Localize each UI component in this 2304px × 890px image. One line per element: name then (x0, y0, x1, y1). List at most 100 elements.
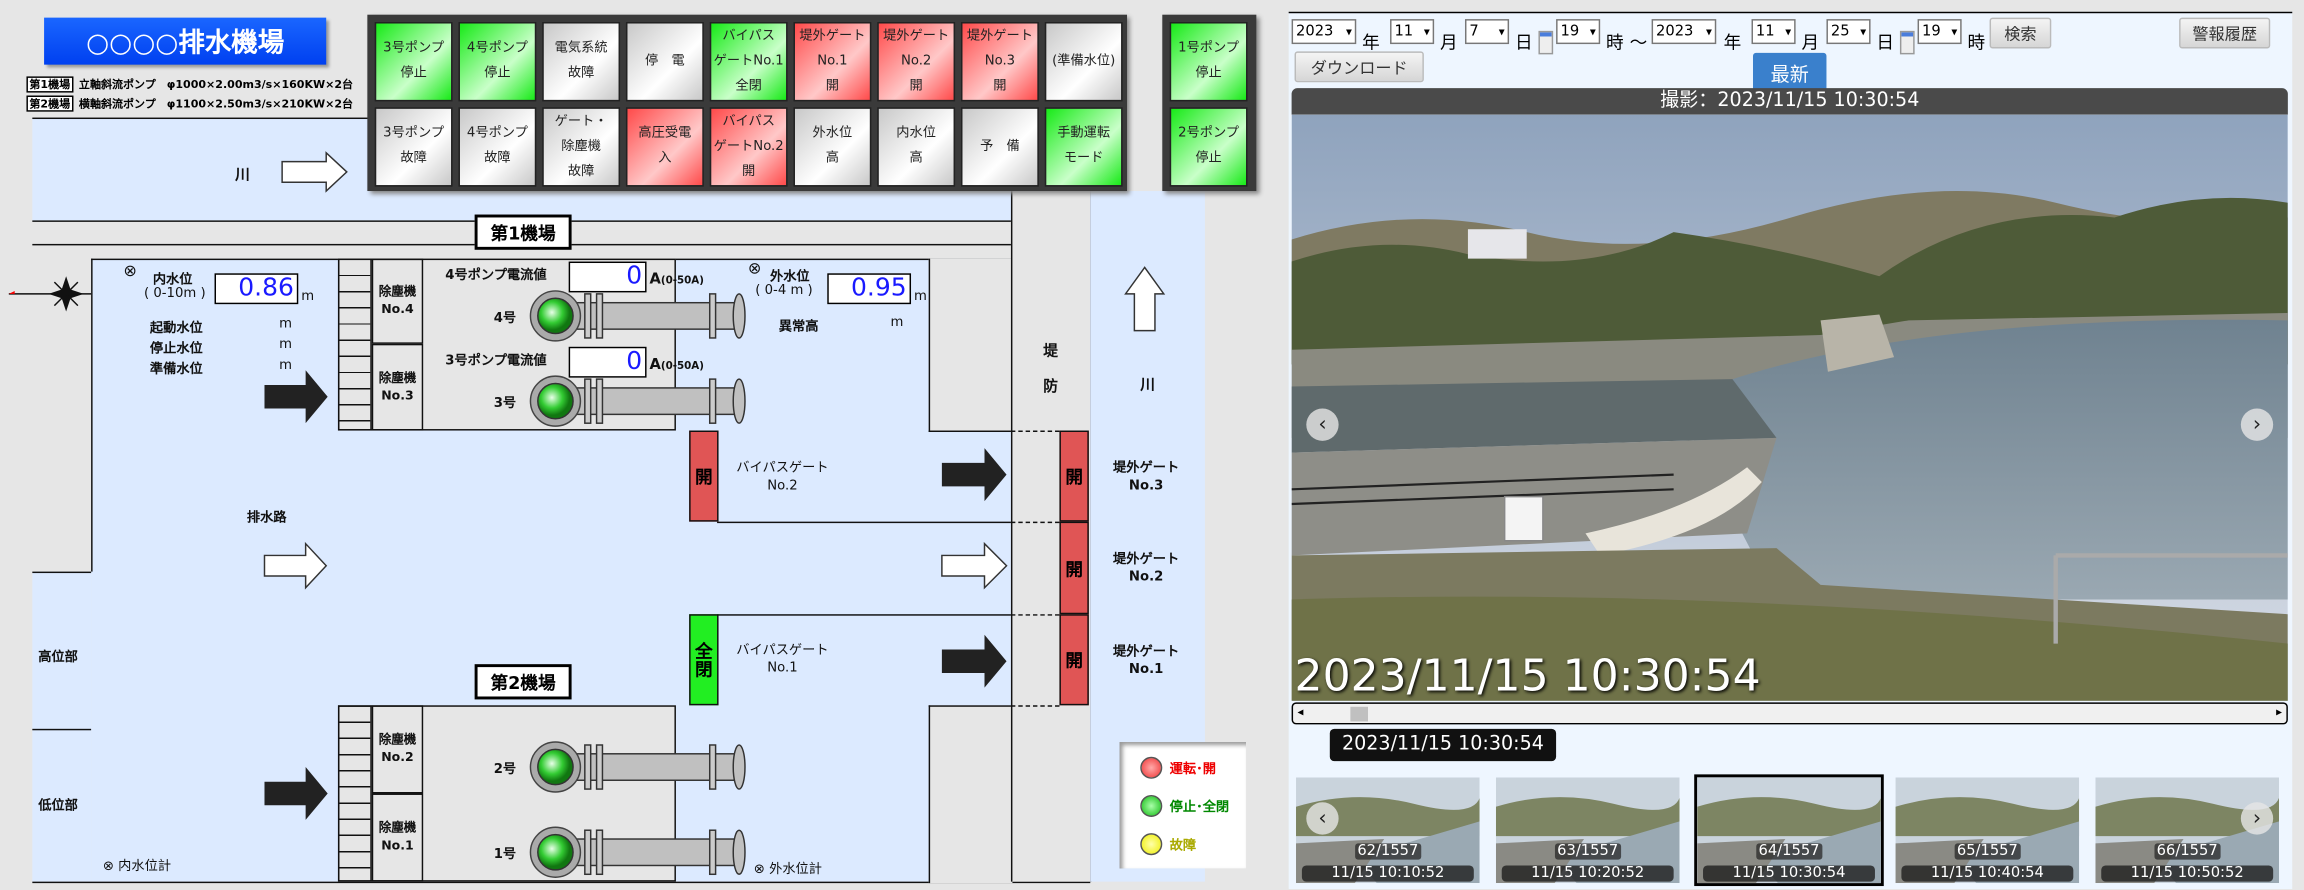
green-lamp-icon (1140, 794, 1163, 817)
capture-caption: 撮影：2023/11/15 10:30:54 (1291, 88, 2288, 115)
pump-icon (529, 375, 746, 427)
chevron-right-icon: › (2252, 412, 2262, 437)
status-text: (準備水位) (1052, 53, 1116, 69)
status-text: 開 (909, 78, 923, 94)
sensor-icon: ⊗ (747, 258, 762, 278)
thumbnail[interactable]: 63/1557 11/15 10:20:52 (1495, 777, 1680, 884)
search-button[interactable]: 検索 (1989, 17, 2052, 49)
to-month-select[interactable]: 11 ▾ (1751, 19, 1796, 45)
calendar-icon[interactable] (1538, 30, 1554, 55)
status-text: 高圧受電 (638, 126, 692, 142)
label: 年 (1723, 32, 1742, 53)
chevron-down-icon: ▾ (1423, 24, 1430, 39)
camera-image[interactable]: 2023/11/15 10:30:54 ‹ › (1291, 114, 2288, 701)
black-arrow-icon (264, 767, 328, 820)
chevron-down-icon: ▾ (1589, 24, 1596, 39)
label: 時 (1967, 32, 1986, 53)
from-month-select[interactable]: 11 ▾ (1390, 19, 1435, 45)
status-text: 内水位 (896, 126, 937, 142)
thumbnails-prev-button[interactable]: ‹ (1306, 802, 1339, 835)
status-indicator: 堤外ゲート No.2 開 (877, 22, 956, 102)
scroll-left-icon[interactable]: ◂ (1297, 705, 1303, 718)
status-indicator: バイパス ゲートNo.1 全閉 (709, 22, 788, 102)
alarm-history-button[interactable]: 警報履歴 (2179, 17, 2271, 49)
next-image-button[interactable]: › (2240, 408, 2274, 441)
black-arrow-icon (264, 370, 328, 424)
status-indicator: 1号ポンプ 停止 (1169, 22, 1248, 102)
pump3-current-value: 0 (568, 346, 647, 378)
status-text: 3号ポンプ (383, 41, 445, 56)
from-hour-select[interactable]: 19 ▾ (1556, 19, 1601, 45)
screen-cleaner-4-label: 除塵機 No.4 (378, 285, 417, 318)
pump-4[interactable] (526, 289, 746, 348)
bypass-gate-1[interactable]: 全閉 (689, 614, 719, 706)
outer-level-value: 0.95 (827, 273, 912, 305)
status-text: 4号ポンプ (466, 126, 528, 142)
chevron-down-icon: ▾ (1785, 24, 1792, 39)
screen-cleaner-3-label: 除塵機 No.3 (378, 371, 417, 405)
pump-icon (529, 741, 746, 793)
unit: A(0-50A) (649, 357, 704, 374)
to-day-select[interactable]: 25 ▾ (1826, 19, 1871, 45)
thumbnail[interactable]: 65/1557 11/15 10:40:54 (1895, 777, 2080, 884)
bypass-gate-2[interactable]: 開 (689, 430, 719, 522)
inner-gauge-label: ⊗ 内水位計 (102, 859, 172, 875)
latest-button[interactable]: 最新 (1752, 52, 1827, 92)
to-year-select[interactable]: 2023 ▾ (1651, 19, 1717, 45)
yellow-lamp-icon (1140, 833, 1163, 856)
status-text: 開 (742, 163, 756, 179)
timeline-scrollbar[interactable]: ◂ ▸ (1291, 702, 2288, 725)
thumbnails-next-button[interactable]: › (2240, 802, 2274, 835)
chevron-left-icon: ‹ (1318, 806, 1327, 831)
pump-1[interactable] (526, 826, 746, 885)
status-text: 高 (909, 151, 923, 167)
thumbnail[interactable]: 64/1557 11/15 10:30:54 (1694, 774, 1884, 887)
chevron-left-icon: ‹ (1318, 412, 1327, 437)
station1-label: 第1機場 (474, 214, 572, 250)
calendar-icon[interactable] (1899, 30, 1915, 55)
unit: m (279, 337, 293, 353)
thumbnail-time: 11/15 10:30:54 (1703, 865, 1875, 882)
sensor-icon: ⊗ (102, 859, 119, 875)
screen-cleaner-1-label: 除塵機 No.1 (378, 821, 417, 854)
label: 日 (1876, 32, 1895, 53)
status-indicator: 高圧受電入 (625, 107, 704, 187)
thumbnail-count: 64/1557 (1755, 843, 1823, 860)
status-text: 外水位 (812, 126, 853, 142)
status-text: 故障 (567, 66, 595, 81)
outer-level-range: ( 0-4 m ) (755, 283, 813, 299)
pump1-label: 1号 (493, 847, 517, 863)
to-hour-select[interactable]: 19 ▾ (1917, 19, 1962, 45)
trash-rack (337, 705, 372, 882)
status-indicator: 電気系統 故障 (542, 22, 621, 102)
status-indicator: ゲート・ 除塵機 故障 (542, 107, 621, 187)
status-indicator: 外水位高 (793, 107, 872, 187)
pump-station-monitor: ○○○○排水機場 第1機場 立軸斜流ポンプ φ1000×2.00m3/s×160K… (0, 0, 2304, 890)
camera-photo (1291, 114, 2288, 701)
label: 月 (1440, 32, 1458, 53)
river-label: 川 (235, 167, 250, 184)
status-text: 予 備 (980, 138, 1020, 154)
status-text: 堤外ゲート (883, 28, 950, 44)
status-text: 停止 (1195, 66, 1222, 81)
unit: A(0-50A) (649, 271, 704, 289)
scrollbar-thumb[interactable] (1350, 706, 1369, 722)
pump-3[interactable] (526, 375, 746, 434)
status-text: 故障 (400, 151, 427, 167)
status-indicator: 3号ポンプ 故障 (374, 107, 453, 187)
start-level-label: 起動水位 (149, 321, 203, 337)
status-text: No.1 (817, 53, 848, 69)
scroll-right-icon[interactable]: ▸ (2276, 705, 2282, 718)
status-text: 堤外ゲート (799, 28, 866, 44)
download-button[interactable]: ダウンロード (1294, 51, 1424, 83)
ready-level-label: 準備水位 (149, 362, 203, 378)
prev-image-button[interactable]: ‹ (1306, 408, 1339, 441)
pump-2[interactable] (526, 741, 746, 800)
status-text: 除塵機 (561, 138, 601, 154)
from-day-select[interactable]: 7 ▾ (1464, 19, 1510, 45)
compass-icon (8, 276, 92, 312)
legend-run: 運転･開 (1140, 756, 1216, 779)
status-indicator: 4号ポンプ 停止 (458, 22, 537, 102)
from-year-select[interactable]: 2023 ▾ (1291, 19, 1357, 45)
status-text: No.2 (900, 53, 932, 69)
